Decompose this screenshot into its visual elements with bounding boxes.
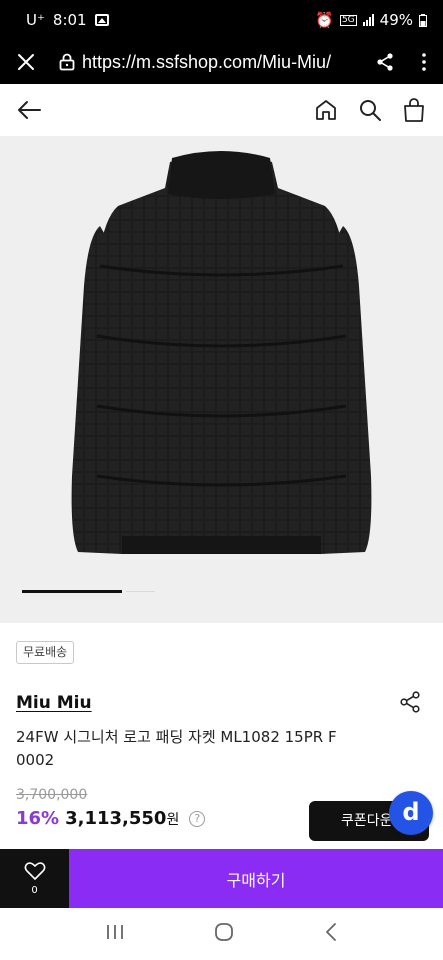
shopping-bag-icon xyxy=(404,98,424,122)
discount-rate: 16% xyxy=(16,808,60,829)
original-price: 3,700,000 xyxy=(16,787,88,803)
site-info-button[interactable] xyxy=(52,40,82,84)
recent-apps-button[interactable] xyxy=(105,923,125,945)
home-system-button[interactable] xyxy=(214,922,234,946)
home-circle-icon xyxy=(215,923,234,941)
battery-icon xyxy=(419,13,427,27)
share-icon xyxy=(400,691,420,713)
network-type-label: 5G xyxy=(339,14,357,26)
browser-menu-button[interactable] xyxy=(405,40,443,84)
product-image[interactable] xyxy=(0,136,443,623)
lock-icon xyxy=(59,53,75,71)
currency-unit: 원 xyxy=(166,812,180,828)
brand-link[interactable]: Miu Miu xyxy=(16,693,92,713)
buy-button[interactable]: 구매하기 xyxy=(69,849,443,908)
heart-icon xyxy=(24,862,45,880)
price-info-icon[interactable]: ? xyxy=(189,810,206,827)
purchase-action-bar: 0 구매하기 xyxy=(0,849,443,908)
app-header xyxy=(0,84,443,136)
carousel-progress xyxy=(22,590,122,593)
status-bar: U⁺ 8:01 ⏰ 5G 49% xyxy=(0,0,443,40)
cart-button[interactable] xyxy=(399,95,429,125)
recent-apps-icon xyxy=(106,925,123,939)
close-tab-button[interactable] xyxy=(0,40,52,84)
floating-d-button[interactable]: d xyxy=(389,791,433,835)
close-icon xyxy=(18,54,34,70)
price-row: 16% 3,113,550원 ? xyxy=(16,808,206,829)
url-field[interactable]: https://m.ssfshop.com/Miu-Miu/ xyxy=(82,52,365,73)
battery-label: 49% xyxy=(379,11,413,29)
status-time: 8:01 xyxy=(52,11,87,29)
system-nav-bar xyxy=(0,908,443,960)
share-icon xyxy=(377,53,393,71)
search-button[interactable] xyxy=(355,95,385,125)
back-system-button[interactable] xyxy=(324,922,338,946)
signal-icon xyxy=(362,14,374,26)
wishlist-count: 0 xyxy=(31,885,38,896)
image-carousel-indicator xyxy=(22,590,155,593)
product-photo xyxy=(71,151,372,554)
gallery-icon xyxy=(94,14,109,26)
share-product-button[interactable] xyxy=(398,690,422,714)
browser-toolbar: https://m.ssfshop.com/Miu-Miu/ xyxy=(0,40,443,84)
sale-price: 3,113,550원 xyxy=(65,808,179,829)
home-button[interactable] xyxy=(311,95,341,125)
back-icon xyxy=(326,923,337,941)
sale-price-value: 3,113,550 xyxy=(65,808,167,829)
wishlist-button[interactable]: 0 xyxy=(0,849,69,908)
carrier-label: U⁺ xyxy=(26,11,45,29)
search-icon xyxy=(360,100,381,121)
home-icon xyxy=(316,100,336,120)
carousel-track xyxy=(126,591,155,592)
share-page-button[interactable] xyxy=(365,40,405,84)
back-arrow-icon xyxy=(18,101,41,119)
product-title: 24FW 시그니처 로고 패딩 자켓 ML1082 15PR F 0002 xyxy=(16,728,337,769)
more-icon xyxy=(422,53,426,71)
back-button[interactable] xyxy=(14,95,44,125)
alarm-icon: ⏰ xyxy=(315,11,334,29)
free-shipping-badge: 무료배송 xyxy=(16,641,75,664)
